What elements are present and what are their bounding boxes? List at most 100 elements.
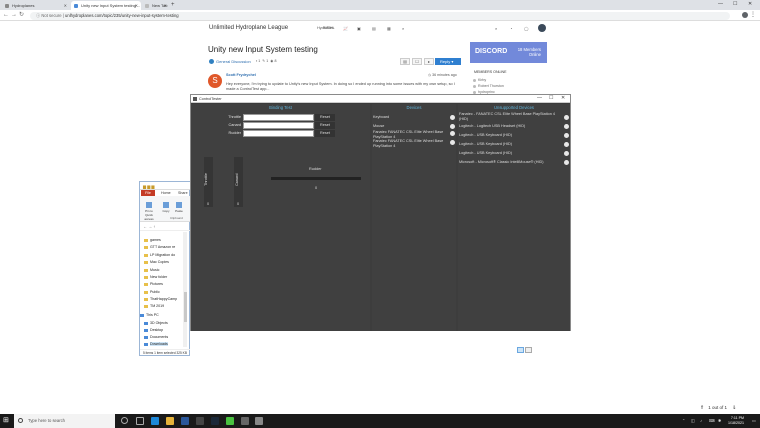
bluetooth-icon[interactable]: ✱ bbox=[718, 417, 721, 425]
browser-tab-new-tab[interactable]: New Tab ✕ bbox=[142, 1, 170, 10]
forward-arrow-icon[interactable]: → bbox=[148, 224, 152, 229]
tree-item[interactable]: Documents bbox=[144, 335, 168, 339]
unsupported-device-item[interactable]: Fanatec - FANATEC CSL Elite Wheel Base P… bbox=[459, 112, 563, 121]
details-view-button[interactable] bbox=[517, 347, 524, 353]
taskbar-clock[interactable]: 7:11 PM 1/18/2021 bbox=[728, 416, 744, 425]
chart-icon[interactable]: 📈 bbox=[343, 26, 348, 31]
browser-tab-hydroplanes[interactable]: Hydroplanes ✕ bbox=[2, 1, 70, 10]
post-author[interactable]: Scott Frydrychel bbox=[226, 73, 256, 77]
large-icons-view-button[interactable] bbox=[525, 347, 532, 353]
site-search-icon[interactable]: ⌕ bbox=[495, 26, 497, 31]
profile-avatar-icon[interactable] bbox=[742, 12, 748, 18]
recent-icon[interactable]: ▤ bbox=[372, 26, 376, 31]
device-item[interactable]: Mouse bbox=[373, 124, 445, 129]
chat-icon[interactable]: ◯ bbox=[524, 26, 528, 31]
device-item[interactable]: Fanatec FANATEC CSL Elite Wheel Base Pla… bbox=[373, 139, 449, 148]
control-tester-window[interactable]: ControlTester — ☐ ✕ Binding Test Throttl… bbox=[190, 94, 571, 331]
user-avatar[interactable] bbox=[538, 24, 546, 32]
tray-chevron-icon[interactable]: ⌃ bbox=[682, 417, 685, 425]
app-icon[interactable] bbox=[196, 417, 204, 425]
share-button[interactable]: ▸ bbox=[424, 58, 434, 65]
reply-button[interactable]: Reply ▾ bbox=[435, 58, 461, 65]
tree-item[interactable]: New folder bbox=[144, 275, 167, 279]
maximize-button[interactable]: ☐ bbox=[549, 95, 553, 102]
copy-button[interactable]: Copy bbox=[162, 202, 170, 213]
device-item[interactable]: Keyboard bbox=[373, 115, 445, 120]
tree-item-this-pc[interactable]: This PC bbox=[140, 313, 159, 317]
notification-center-icon[interactable]: ▭ bbox=[752, 417, 756, 425]
chrome-icon[interactable] bbox=[226, 417, 234, 425]
tree-item[interactable]: TM 2019 bbox=[144, 304, 164, 308]
tree-item[interactable]: Public bbox=[144, 290, 160, 294]
unsupported-device-item[interactable]: Logitech - USB Keyboard (HID) bbox=[459, 151, 563, 156]
unsupported-device-item[interactable]: Logitech - USB Keyboard (HID) bbox=[459, 142, 563, 147]
volume-icon[interactable]: ♪ bbox=[700, 417, 702, 425]
keyboard-icon[interactable]: ⌨ bbox=[709, 417, 715, 425]
close-button[interactable]: ✕ bbox=[561, 95, 565, 102]
device-button[interactable] bbox=[564, 142, 569, 147]
edge-icon[interactable] bbox=[151, 417, 159, 425]
minimize-button[interactable]: — bbox=[537, 95, 542, 102]
control-tester-task-icon[interactable] bbox=[255, 417, 263, 425]
app-icon[interactable] bbox=[241, 417, 249, 425]
tree-item[interactable]: Desktop bbox=[144, 328, 163, 332]
pin-quick-access-button[interactable]: Pin to Quick access bbox=[141, 202, 157, 221]
explorer-scrollbar[interactable] bbox=[183, 232, 187, 347]
unsupported-device-item[interactable]: Microsoft - Microsoft® Classic IntelliMo… bbox=[459, 160, 563, 165]
tab-close-icon[interactable]: ✕ bbox=[64, 1, 67, 10]
discord-widget[interactable]: DISCORD 18 Members Online bbox=[470, 42, 547, 63]
category-label[interactable]: General Discussion bbox=[216, 59, 251, 64]
post-avatar[interactable]: S bbox=[208, 74, 222, 88]
reload-icon[interactable]: ↻ bbox=[19, 11, 24, 20]
file-explorer-icon[interactable] bbox=[166, 417, 174, 425]
site-title[interactable]: Unlimited Hydroplane League bbox=[209, 25, 288, 31]
reset-button-throttle[interactable]: Reset bbox=[315, 114, 335, 121]
browser-menu-icon[interactable]: ⋮ bbox=[750, 11, 756, 20]
tree-item[interactable]: games bbox=[144, 238, 161, 242]
tree-item-downloads[interactable]: Downloads bbox=[144, 342, 168, 346]
tree-item[interactable]: ThatHappyCamp bbox=[144, 297, 177, 301]
tree-item[interactable]: Mac Copies bbox=[144, 260, 169, 264]
online-member[interactable]: Kirby bbox=[472, 78, 486, 82]
binding-input-rudder[interactable] bbox=[243, 130, 314, 137]
unsupported-device-item[interactable]: Logitech - Logitech USB Headset (HID) bbox=[459, 124, 563, 129]
nav-link-simhl[interactable]: SIMHL bbox=[323, 26, 335, 30]
back-arrow-icon[interactable]: ← bbox=[143, 224, 147, 229]
topic-pager[interactable]: ⇑ 1 out of 1 ⇓ bbox=[700, 405, 740, 411]
tab-close-icon[interactable]: ✕ bbox=[164, 1, 167, 10]
network-icon[interactable]: ◫ bbox=[691, 417, 695, 425]
online-member[interactable]: Robert Thurston bbox=[473, 84, 504, 88]
device-button[interactable] bbox=[564, 160, 569, 165]
device-button[interactable] bbox=[564, 151, 569, 156]
maximize-button[interactable]: ☐ bbox=[733, 0, 737, 9]
tree-item[interactable]: GTT Amazon re bbox=[144, 245, 175, 249]
device-button[interactable] bbox=[450, 115, 455, 120]
file-explorer-window[interactable]: ▆ ▆ ▆ File Home Share Pin to Quick acces… bbox=[139, 181, 191, 356]
device-button[interactable] bbox=[450, 140, 455, 145]
binding-input-throttle[interactable] bbox=[243, 114, 314, 121]
reset-button-canard[interactable]: Reset bbox=[315, 122, 335, 129]
device-button[interactable] bbox=[450, 124, 455, 129]
cortana-icon[interactable] bbox=[121, 417, 128, 424]
address-bar[interactable]: ⓘ Not secure | unlhydroplanes.com/topic/… bbox=[30, 11, 730, 20]
minimize-button[interactable]: — bbox=[718, 0, 723, 9]
windows-start-icon[interactable]: ⊞ bbox=[3, 417, 9, 425]
reset-button-rudder[interactable]: Reset bbox=[315, 130, 335, 137]
device-item[interactable]: Fanatec FANATEC CSL Elite Wheel Base Pla… bbox=[373, 130, 449, 139]
tree-item[interactable]: 3D Objects bbox=[144, 321, 168, 325]
tag-icon[interactable]: ▣ bbox=[357, 26, 361, 31]
tree-item[interactable]: LP Migration do bbox=[144, 253, 175, 257]
unsupported-device-item[interactable]: Logitech - USB Keyboard (HID) bbox=[459, 133, 563, 138]
tree-item[interactable]: Music bbox=[144, 268, 159, 272]
forward-arrow-icon[interactable]: → bbox=[11, 11, 17, 20]
chevron-up-icon[interactable]: ⇑ bbox=[700, 405, 704, 411]
device-button[interactable] bbox=[564, 124, 569, 129]
new-tab-button[interactable]: + bbox=[171, 1, 175, 10]
sort-button[interactable]: ▤ bbox=[400, 58, 410, 65]
device-button[interactable] bbox=[564, 115, 569, 120]
users-icon[interactable]: ▦ bbox=[387, 26, 391, 31]
binding-input-canard[interactable] bbox=[243, 122, 314, 129]
device-button[interactable] bbox=[450, 131, 455, 136]
word-icon[interactable] bbox=[181, 417, 189, 425]
tab-close-icon[interactable]: ✕ bbox=[135, 1, 138, 10]
